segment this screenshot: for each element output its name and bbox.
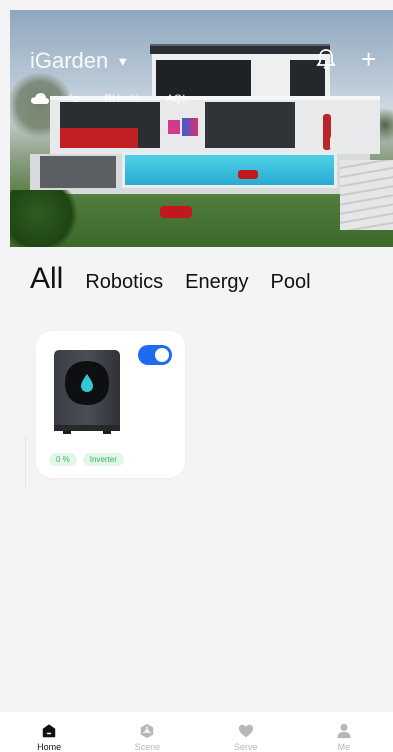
home-selector[interactable]: iGarden ▼ bbox=[30, 48, 129, 74]
weather-aqi: AQI: -- bbox=[166, 92, 199, 105]
device-level-badge: 0 % bbox=[49, 453, 77, 466]
device-type-badge: Inverter bbox=[82, 453, 124, 466]
tab-all[interactable]: All bbox=[30, 262, 63, 296]
app-screen: iGarden ▼ + -- °c RH --% AQI: -- All Rob… bbox=[0, 0, 393, 752]
nav-me-label: Me bbox=[337, 742, 351, 752]
scene-icon bbox=[141, 723, 154, 739]
weather-humidity: RH --% bbox=[104, 92, 141, 105]
person-icon bbox=[337, 723, 351, 739]
nav-me[interactable]: Me bbox=[295, 712, 393, 752]
device-tags: 0 % Inverter bbox=[49, 453, 124, 466]
category-tabs: All Robotics Energy Pool bbox=[30, 262, 333, 296]
nav-scene-label: Scene bbox=[134, 742, 161, 752]
nav-home-label: Home bbox=[37, 742, 62, 752]
tab-robotics[interactable]: Robotics bbox=[85, 271, 163, 294]
weather-temperature: -- °c bbox=[58, 92, 79, 105]
nav-scene[interactable]: Scene bbox=[98, 712, 196, 752]
home-name: iGarden bbox=[30, 48, 109, 73]
add-device-button[interactable]: + bbox=[361, 46, 376, 72]
nav-home[interactable]: Home bbox=[0, 712, 98, 752]
hero-overlay: iGarden ▼ + -- °c RH --% AQI: -- bbox=[10, 10, 393, 247]
divider bbox=[25, 436, 26, 490]
toggle-knob bbox=[155, 348, 169, 362]
heart-icon bbox=[238, 724, 253, 738]
bottom-nav: Home Scene Serve Me bbox=[0, 712, 393, 752]
cloud-icon bbox=[31, 93, 49, 104]
home-icon bbox=[42, 724, 56, 738]
tab-pool[interactable]: Pool bbox=[271, 271, 311, 294]
nav-serve-label: Serve bbox=[233, 742, 258, 752]
nav-serve[interactable]: Serve bbox=[197, 712, 295, 752]
inverter-device-image bbox=[54, 350, 120, 434]
weather-bar: -- °c RH --% AQI: -- bbox=[30, 92, 217, 105]
device-power-toggle[interactable] bbox=[138, 345, 172, 365]
device-card[interactable]: 0 % Inverter bbox=[36, 331, 185, 478]
bell-icon[interactable] bbox=[316, 48, 336, 70]
tab-energy[interactable]: Energy bbox=[185, 271, 248, 294]
home-hero-image: iGarden ▼ + -- °c RH --% AQI: -- bbox=[10, 10, 393, 247]
chevron-down-icon: ▼ bbox=[116, 53, 130, 69]
